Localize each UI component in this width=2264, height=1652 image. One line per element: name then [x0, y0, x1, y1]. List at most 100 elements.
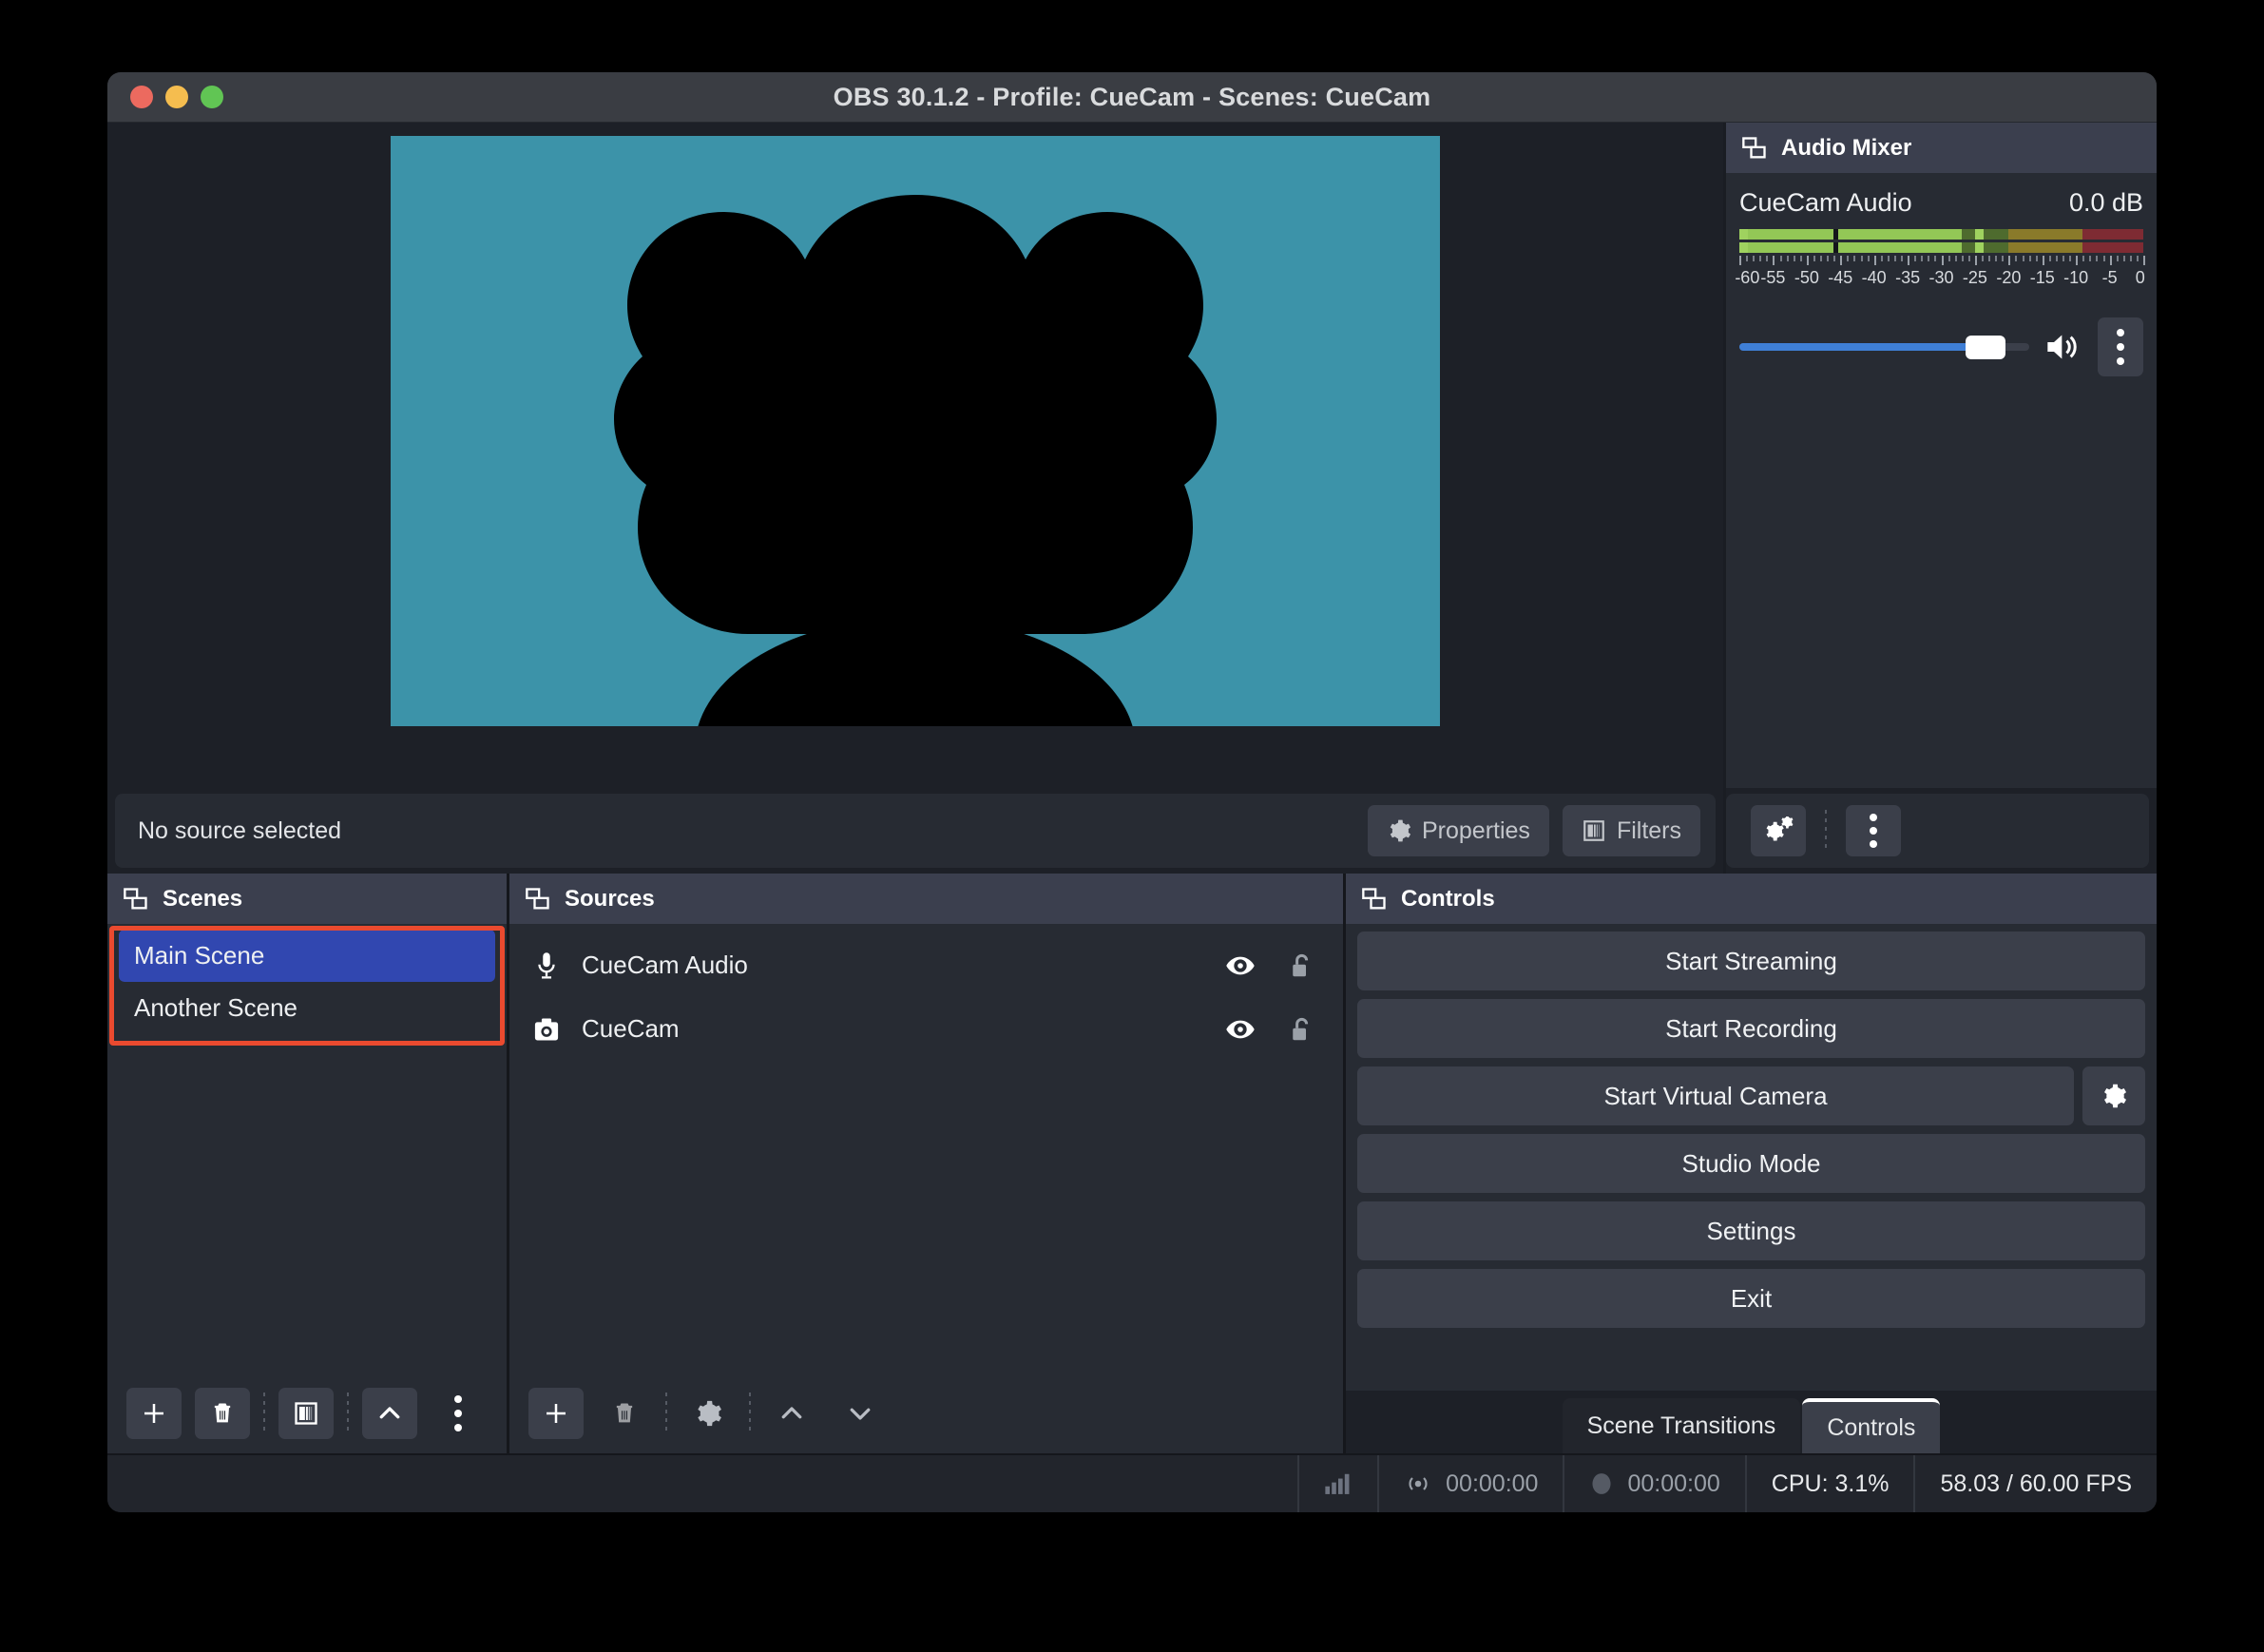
move-source-down-button[interactable] [833, 1388, 888, 1439]
scene-list-item-another-scene[interactable]: Another Scene [119, 982, 495, 1034]
meter-tick [1934, 256, 1936, 261]
scene-filters-button[interactable] [278, 1388, 334, 1439]
trash-icon [209, 1400, 236, 1427]
toolbar-separator [749, 1393, 751, 1434]
meter-tick [2096, 256, 2098, 261]
meter-tick [1746, 256, 1748, 261]
settings-button[interactable]: Settings [1357, 1201, 2145, 1260]
scenes-list: Main Scene Another Scene [107, 924, 507, 1373]
meter-tick [1982, 256, 1984, 261]
meter-scale-label: 0 [2136, 268, 2145, 288]
remove-scene-button[interactable] [195, 1388, 250, 1439]
toggle-visibility-button[interactable] [1219, 954, 1261, 977]
zoom-button[interactable] [201, 86, 223, 108]
meter-tick [1901, 256, 1903, 261]
scenes-toolbar [107, 1373, 507, 1453]
meter-tick [1739, 256, 1741, 265]
scenes-header: Scenes [107, 874, 507, 924]
sources-header: Sources [509, 874, 1343, 924]
toggle-lock-button[interactable] [1280, 1015, 1322, 1044]
toggle-visibility-button[interactable] [1219, 1018, 1261, 1041]
meter-tick [1827, 256, 1829, 261]
minimize-button[interactable] [165, 86, 188, 108]
meter-tick [1868, 256, 1870, 261]
source-list-item-cuecam-audio[interactable]: CueCam Audio [509, 933, 1343, 997]
preview-toolbar: No source selected Properties [115, 794, 1716, 868]
meter-tick [1787, 256, 1789, 261]
panel-icon [1361, 886, 1388, 912]
preview-stage[interactable] [107, 123, 1723, 788]
record-time: 00:00:00 [1627, 1470, 1719, 1498]
meter-tick [1780, 256, 1782, 261]
meter-tick [2143, 256, 2145, 265]
meter-tick [1928, 256, 1929, 261]
kebab-menu-icon [2117, 329, 2124, 336]
record-status-cell: 00:00:00 [1563, 1455, 1744, 1512]
volume-meter-channel-2 [1739, 242, 2143, 253]
unlock-icon [1289, 1015, 1314, 1044]
scene-list-item-main-scene[interactable]: Main Scene [119, 930, 495, 982]
preview-column: No source selected Properties [107, 123, 1723, 874]
toolbar-separator [347, 1393, 349, 1434]
meter-tick [2089, 256, 2091, 261]
start-recording-button[interactable]: Start Recording [1357, 999, 2145, 1058]
gear-icon [2101, 1083, 2127, 1109]
meter-tick [1968, 256, 1970, 261]
lower-docks: Scenes Main Scene Another Scene [107, 874, 2157, 1453]
exit-button[interactable]: Exit [1357, 1269, 2145, 1328]
remove-source-button[interactable] [597, 1388, 652, 1439]
scenes-title: Scenes [163, 886, 242, 912]
source-list-item-cuecam[interactable]: CueCam [509, 997, 1343, 1061]
meter-tick [1975, 256, 1977, 265]
meter-tick [2117, 256, 2119, 261]
plus-icon [140, 1399, 168, 1428]
meter-scale-label: -45 [1828, 268, 1852, 288]
tab-scene-transitions[interactable]: Scene Transitions [1563, 1398, 1801, 1453]
move-scene-up-button[interactable] [362, 1388, 417, 1439]
meter-tick [1773, 256, 1775, 265]
volume-slider[interactable] [1739, 333, 2029, 361]
meter-tick [2130, 256, 2132, 261]
virtual-camera-config-button[interactable] [2082, 1066, 2145, 1125]
virtual-camera-row: Start Virtual Camera [1357, 1066, 2145, 1125]
meter-tick [2023, 256, 2024, 261]
scene-options-button[interactable] [431, 1388, 486, 1439]
channel-menu-button[interactable] [2098, 317, 2143, 376]
meter-tick [1847, 256, 1849, 261]
network-status-cell [1297, 1455, 1377, 1512]
properties-button[interactable]: Properties [1368, 805, 1549, 856]
meter-tick [1955, 256, 1957, 261]
tab-controls[interactable]: Controls [1802, 1398, 1940, 1453]
mute-button[interactable] [2043, 331, 2084, 363]
volume-on-icon [2044, 331, 2082, 363]
meter-scale-label: -55 [1760, 268, 1785, 288]
program-preview[interactable] [391, 136, 1440, 726]
close-button[interactable] [130, 86, 153, 108]
start-streaming-button[interactable]: Start Streaming [1357, 932, 2145, 990]
window-titlebar: OBS 30.1.2 - Profile: CueCam - Scenes: C… [107, 72, 2157, 123]
studio-mode-button[interactable]: Studio Mode [1357, 1134, 2145, 1193]
audio-mixer-menu-button[interactable] [1846, 805, 1901, 856]
move-source-up-button[interactable] [764, 1388, 819, 1439]
eye-icon [1225, 1018, 1256, 1041]
add-source-button[interactable] [528, 1388, 584, 1439]
filters-button[interactable]: Filters [1563, 805, 1700, 856]
source-properties-button[interactable] [681, 1388, 736, 1439]
filters-label: Filters [1617, 817, 1681, 845]
sources-dock: Sources [507, 874, 1343, 1453]
add-scene-button[interactable] [126, 1388, 182, 1439]
unlock-icon [1289, 951, 1314, 980]
meter-tick [2123, 256, 2125, 261]
toggle-lock-button[interactable] [1280, 951, 1322, 980]
camera-icon [530, 1016, 563, 1043]
meter-ticks [1739, 256, 2143, 266]
audio-mixer-header: Audio Mixer [1726, 123, 2157, 173]
advanced-audio-properties-button[interactable] [1751, 805, 1806, 856]
properties-label: Properties [1422, 817, 1530, 845]
broadcast-icon [1404, 1471, 1432, 1496]
meter-scale-label: -20 [1996, 268, 2021, 288]
scene-label: Main Scene [134, 941, 264, 970]
eye-icon [1225, 954, 1256, 977]
start-virtual-camera-button[interactable]: Start Virtual Camera [1357, 1066, 2074, 1125]
filter-icon [1582, 818, 1606, 843]
